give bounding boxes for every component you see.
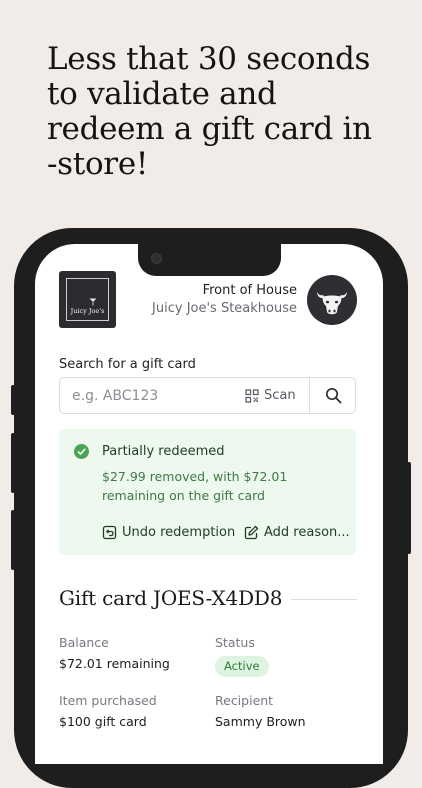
redemption-alert: Partially redeemed $27.99 removed, with …	[59, 429, 356, 555]
item-purchased-label: Item purchased	[59, 693, 157, 708]
search-button[interactable]	[309, 378, 356, 413]
search-label: Search for a gift card	[59, 357, 196, 372]
undo-label: Undo redemption	[122, 525, 236, 540]
undo-icon	[102, 525, 117, 540]
scan-label: Scan	[264, 388, 296, 403]
headline: Less that 30 seconds to validate and red…	[47, 41, 372, 182]
section-title: Front of House	[202, 283, 297, 298]
edit-icon	[244, 525, 259, 540]
restaurant-logo: Juicy Joe's	[59, 271, 116, 328]
item-purchased-value: $100 gift card	[59, 714, 147, 729]
phone-notch	[138, 244, 281, 276]
scan-button[interactable]: Scan	[245, 378, 310, 413]
search-input[interactable]	[60, 378, 252, 413]
search-icon	[325, 387, 341, 404]
phone-side-button	[11, 385, 15, 415]
qr-code-icon	[245, 388, 259, 403]
status-label: Status	[215, 635, 255, 650]
status-badge: Active	[215, 656, 269, 677]
recipient-value: Sammy Brown	[215, 714, 306, 729]
logo-text: Juicy Joe's	[70, 307, 105, 315]
gift-card-title: Gift card JOES-X4DD8	[59, 586, 283, 610]
balance-value: $72.01 remaining	[59, 656, 170, 671]
phone-side-button	[11, 433, 15, 493]
search-bar: Scan	[59, 377, 356, 414]
check-circle-icon	[74, 444, 89, 459]
balance-label: Balance	[59, 635, 109, 650]
alert-title: Partially redeemed	[102, 444, 225, 459]
undo-redemption-button[interactable]: Undo redemption	[102, 525, 235, 540]
recipient-label: Recipient	[215, 693, 274, 708]
alert-message: $27.99 removed, with $72.01 remaining on…	[102, 469, 288, 503]
cocktail-glass-icon	[89, 298, 97, 306]
camera-icon	[151, 253, 162, 264]
avatar[interactable]	[307, 275, 357, 325]
divider	[291, 599, 357, 600]
restaurant-name: Juicy Joe's Steakhouse	[152, 301, 297, 316]
bull-icon	[317, 292, 347, 315]
phone-side-button	[11, 510, 15, 570]
phone-side-button	[407, 462, 411, 554]
phone-screen: Juicy Joe's Front of House Juicy Joe's S…	[35, 244, 383, 764]
add-reason-button[interactable]: Add reason...	[244, 525, 350, 540]
add-reason-label: Add reason...	[264, 525, 350, 540]
